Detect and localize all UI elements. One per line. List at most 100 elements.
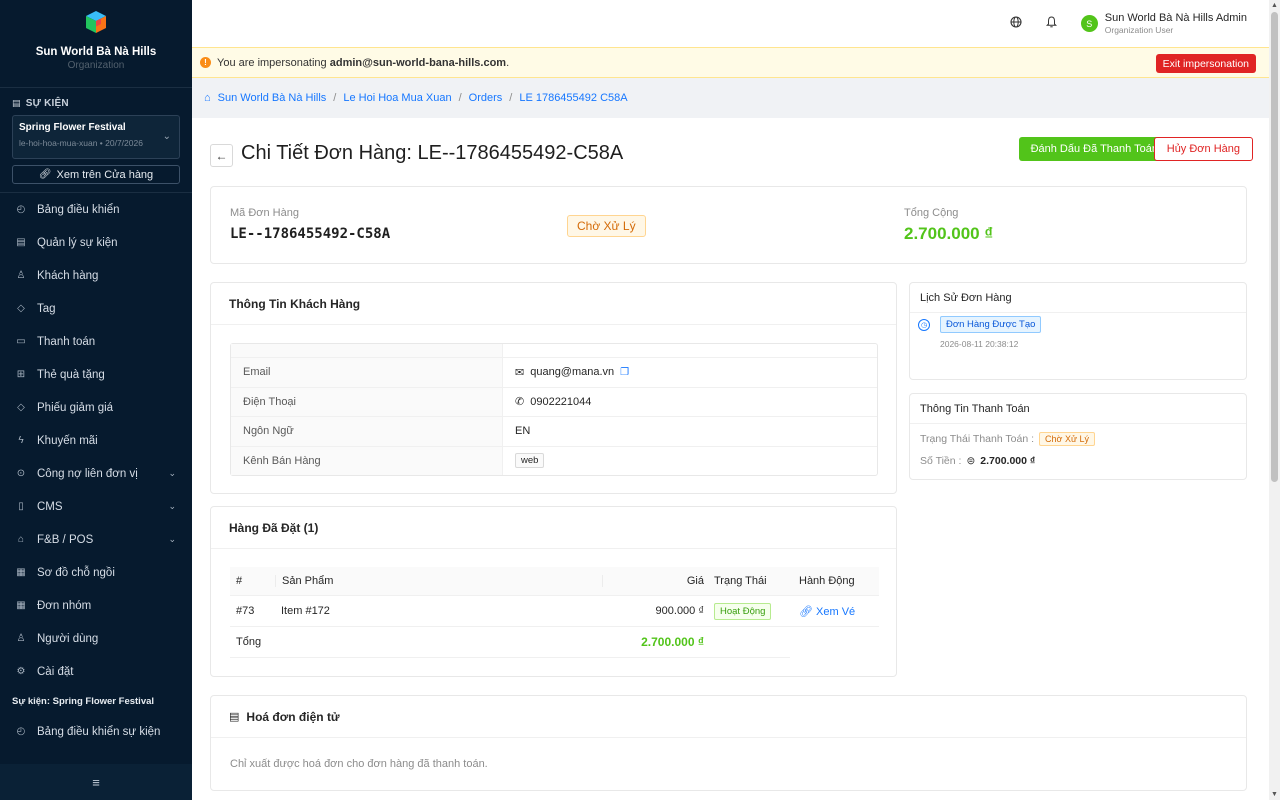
exit-impersonation-button[interactable]: Exit impersonation xyxy=(1155,54,1256,73)
topbar: S Sun World Bà Nà Hills Admin Organizati… xyxy=(192,0,1269,47)
sidebar-brand[interactable]: Sun World Bà Nà Hills Organization xyxy=(0,0,192,88)
sidebar-item-users[interactable]: ♙ Người dùng xyxy=(0,622,192,655)
copy-icon[interactable]: ❐ xyxy=(620,367,629,378)
sidebar-item-dashboard[interactable]: ◴ Bảng điều khiển sự kiện xyxy=(0,715,192,748)
impersonation-text: You are impersonating admin@sun-world-ba… xyxy=(217,56,510,69)
chevron-down-icon: ⌄ xyxy=(162,131,171,142)
breadcrumb-item-current[interactable]: LE 1786455492 C58A xyxy=(519,92,627,104)
scroll-down-icon[interactable]: ▼ xyxy=(1271,791,1278,798)
dashboard-icon: ◴ xyxy=(16,726,26,737)
email-key: Email xyxy=(231,358,503,387)
sidebar-item-label: Cài đặt xyxy=(37,665,74,678)
sidebar-item-dashboard[interactable]: ◴ Bảng điều khiển xyxy=(0,193,192,226)
table-row: Ngôn Ngữ EN xyxy=(231,416,877,446)
history-event-tag: Đơn Hàng Được Tạo xyxy=(940,316,1042,333)
order-code-label: Mã Đơn Hàng xyxy=(230,207,299,219)
sales-channel-cell: web xyxy=(503,447,877,476)
sidebar-item-coupon[interactable]: ◇ Phiếu giảm giá xyxy=(0,391,192,424)
order-total: 2.700.000 ₫ xyxy=(904,224,994,243)
sidebar-item-payment[interactable]: ▭ Thanh toán xyxy=(0,325,192,358)
user-name: Sun World Bà Nà Hills Admin xyxy=(1104,12,1247,24)
sidebar-collapse-button[interactable]: ≡ xyxy=(0,764,192,800)
item-status-badge: Hoạt Động xyxy=(714,603,772,620)
sidebar-item-settings[interactable]: ⚙ Cài đặt xyxy=(0,655,192,688)
history-entry: ◷ Đơn Hàng Được Tạo 2026-08-11 20:38:12 xyxy=(918,316,1042,349)
sales-channel-key: Kênh Bán Hàng xyxy=(231,446,503,475)
brand-logo-icon xyxy=(86,11,106,33)
avatar: S xyxy=(1080,15,1098,32)
bell-icon[interactable] xyxy=(1045,16,1059,31)
sidebar-item-debt[interactable]: ⊙ Công nợ liên đơn vị ⌄ xyxy=(0,457,192,490)
event-selector[interactable]: Spring Flower Festival le-hoi-hoa-mua-xu… xyxy=(12,115,180,159)
page-scrollbar[interactable]: ▲ ▼ xyxy=(1269,0,1280,800)
e-invoice-title: Hoá đơn điện tử xyxy=(246,709,340,724)
item-product: Item #172 xyxy=(281,605,330,617)
coupon-icon: ◇ xyxy=(17,402,25,413)
col-header-price: Giá xyxy=(602,575,710,587)
scrollbar-thumb[interactable] xyxy=(1271,12,1278,482)
sidebar-item-calendar[interactable]: ▤ Quản lý sự kiện xyxy=(0,226,192,259)
event-menu: ◴ Bảng điều khiển sự kiện xyxy=(0,715,192,748)
sidebar-item-thunder[interactable]: ϟ Khuyến mãi xyxy=(0,424,192,457)
chevron-down-icon: ⌄ xyxy=(168,468,176,478)
col-header-product: Sản Phẩm xyxy=(275,575,602,587)
table-row: #73 Item #172 900.000 ₫ Hoạt Động 🔗︎ Xem… xyxy=(230,596,879,627)
view-ticket-link[interactable]: 🔗︎ Xem Vé xyxy=(785,605,879,618)
payment-amount: 2.700.000 ₫ xyxy=(980,455,1036,467)
sidebar-item-label: Đơn nhóm xyxy=(37,599,92,612)
mark-paid-button[interactable]: Đánh Dấu Đã Thanh Toán xyxy=(1018,137,1170,161)
sidebar-item-label: Công nợ liên đơn vị xyxy=(37,467,138,480)
item-status-cell: Hoạt Động xyxy=(710,603,785,620)
globe-icon[interactable] xyxy=(1009,16,1023,31)
sidebar-item-label: Khuyến mãi xyxy=(37,434,98,447)
payment-amount-row: Số Tiền : ⊜ 2.700.000 ₫ xyxy=(920,455,1035,467)
sidebar-item-label: Quản lý sự kiện xyxy=(37,236,118,249)
back-button[interactable]: ← xyxy=(210,144,233,167)
user-role: Organization User xyxy=(1104,25,1174,35)
breadcrumb-item-event[interactable]: Le Hoi Hoa Mua Xuan xyxy=(343,92,451,104)
tag-icon: ◇ xyxy=(17,303,25,314)
phone-value[interactable]: 0902221044 xyxy=(530,396,591,408)
dollar-icon: ⊜ xyxy=(966,455,976,467)
history-timestamp: 2026-08-11 20:38:12 xyxy=(940,339,1019,349)
breadcrumb-separator: / xyxy=(333,92,337,104)
sidebar-item-tag[interactable]: ◇ Tag xyxy=(0,292,192,325)
order-summary-card: Mã Đơn Hàng LE--1786455492-C58A Chờ Xử L… xyxy=(210,186,1247,264)
sidebar-item-label: Khách hàng xyxy=(37,269,99,282)
ordered-items-title: Hàng Đã Đặt (1) xyxy=(211,507,896,549)
clock-icon: ◷ xyxy=(918,319,930,331)
sidebar-item-shop[interactable]: ⌂ F&B / POS ⌄ xyxy=(0,523,192,556)
sidebar-item-user[interactable]: ♙ Khách hàng xyxy=(0,259,192,292)
sidebar-item-seat-map[interactable]: ▦ Sơ đồ chỗ ngồi xyxy=(0,556,192,589)
sidebar-menu: ◴ Bảng điều khiển ▤ Quản lý sự kiện ♙ Khách h… xyxy=(0,193,192,688)
item-number: #73 xyxy=(236,605,255,617)
payment-status-badge: Chờ Xử Lý xyxy=(1039,432,1095,446)
sidebar-item-label: Thanh toán xyxy=(37,335,96,348)
user-icon: ♙ xyxy=(16,270,26,281)
user-menu[interactable]: S Sun World Bà Nà Hills Admin Organizati… xyxy=(1080,12,1247,35)
sidebar-item-group[interactable]: ▦ Đơn nhóm xyxy=(0,589,192,622)
items-total-value: 2.700.000 ₫ xyxy=(641,635,704,649)
col-header-status: Trạng Thái xyxy=(714,575,767,587)
items-total-row: Tổng 2.700.000 ₫ xyxy=(230,627,790,658)
customer-info-title: Thông Tin Khách Hàng xyxy=(211,283,896,325)
link-icon: 🔗︎ xyxy=(799,605,813,618)
gift-icon: ⊞ xyxy=(16,369,26,380)
arrow-left-icon: ← xyxy=(215,148,228,163)
e-invoice-card: ▤ Hoá đơn điện tử Chỉ xuất được hoá đơn … xyxy=(210,695,1247,791)
calendar-icon: ▤ xyxy=(12,98,21,108)
breadcrumb-separator: / xyxy=(509,92,513,104)
section-label-events: ▤ SỰ KIỆN xyxy=(12,98,69,109)
sidebar-item-gift[interactable]: ⊞ Thẻ quà tặng xyxy=(0,358,192,391)
order-history-card: Lịch Sử Đơn Hàng ◷ Đơn Hàng Được Tạo 202… xyxy=(909,282,1247,380)
total-label: Tổng Cộng xyxy=(904,207,959,219)
customer-info-table: Email ✉ quang@mana.vn ❐ Điện Thoại ✆ 090… xyxy=(230,343,878,476)
scroll-up-icon[interactable]: ▲ xyxy=(1271,2,1278,9)
users-icon: ♙ xyxy=(16,633,26,644)
cancel-order-button[interactable]: Hủy Đơn Hàng xyxy=(1153,137,1253,161)
sidebar-item-file[interactable]: ▯ CMS ⌄ xyxy=(0,490,192,523)
view-store-button[interactable]: 🔗︎ Xem trên Cửa hàng xyxy=(12,165,180,184)
email-value[interactable]: quang@mana.vn xyxy=(530,366,614,378)
breadcrumb-item-orders[interactable]: Orders xyxy=(469,92,503,104)
breadcrumb-item-org[interactable]: Sun World Bà Nà Hills xyxy=(218,92,327,104)
